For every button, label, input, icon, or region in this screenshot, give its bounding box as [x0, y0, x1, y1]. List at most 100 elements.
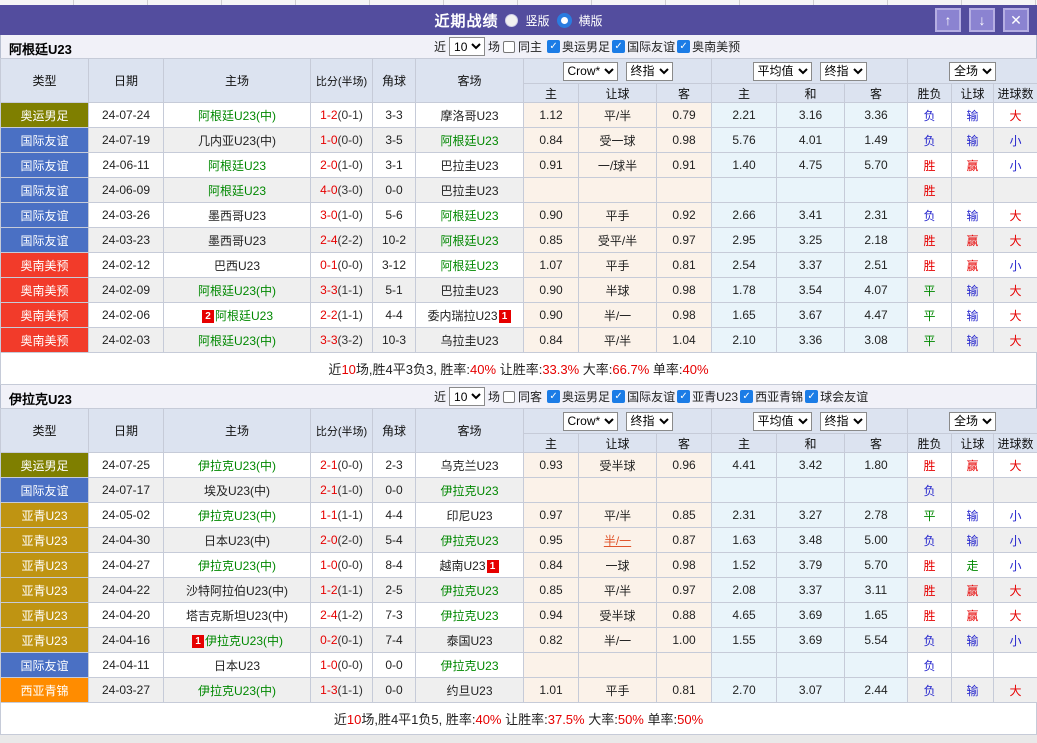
score-cell[interactable]: 1-2(0-1): [311, 103, 373, 128]
date-cell: 24-04-27: [89, 553, 164, 578]
move-down-button[interactable]: ↓: [969, 8, 995, 32]
away-team-link[interactable]: 越南U23: [439, 559, 485, 573]
score-cell[interactable]: 2-1(1-0): [311, 478, 373, 503]
close-button[interactable]: ✕: [1003, 8, 1029, 32]
score-cell[interactable]: 3-3(1-1): [311, 278, 373, 303]
match-count-select[interactable]: 10: [449, 37, 485, 56]
match-row: 国际友谊24-07-17埃及U23(中)2-1(1-0)0-0伊拉克U23负: [1, 478, 1037, 503]
avg-odds-select[interactable]: 平均值: [753, 62, 812, 81]
away-team-link[interactable]: 委内瑞拉U23: [427, 309, 497, 323]
move-up-button[interactable]: ↑: [935, 8, 961, 32]
avg-odds-select[interactable]: 平均值: [753, 412, 812, 431]
score-cell[interactable]: 1-0(0-0): [311, 553, 373, 578]
vertical-layout-radio[interactable]: [505, 14, 518, 27]
home-team-link[interactable]: 阿根廷U23: [208, 159, 266, 173]
home-team-link[interactable]: 阿根廷U23: [208, 184, 266, 198]
away-team-link[interactable]: 伊拉克U23: [440, 659, 498, 673]
league-checkbox[interactable]: ✓: [740, 390, 753, 403]
home-team-link[interactable]: 伊拉克U23(中): [198, 509, 276, 523]
match-count-select[interactable]: 10: [449, 387, 485, 406]
scope-select[interactable]: 全场: [949, 412, 996, 431]
away-team-link[interactable]: 乌拉圭U23: [440, 334, 498, 348]
home-team-link[interactable]: 阿根廷U23(中): [198, 109, 276, 123]
league-checkbox[interactable]: ✓: [547, 390, 560, 403]
away-team-link[interactable]: 伊拉克U23: [440, 534, 498, 548]
league-checkbox[interactable]: ✓: [612, 390, 625, 403]
score-cell[interactable]: 2-2(1-1): [311, 303, 373, 328]
away-team-link[interactable]: 印尼U23: [446, 509, 492, 523]
home-team-link[interactable]: 沙特阿拉伯U23(中): [186, 584, 288, 598]
away-team-link[interactable]: 伊拉克U23: [440, 584, 498, 598]
horizontal-layout-radio[interactable]: [557, 13, 572, 28]
odds-company-select[interactable]: Crow*: [563, 62, 618, 81]
same-venue-checkbox[interactable]: [503, 41, 515, 53]
home-team-link[interactable]: 阿根廷U23(中): [198, 284, 276, 298]
home-team-link[interactable]: 伊拉克U23(中): [198, 684, 276, 698]
score-cell[interactable]: 2-0(2-0): [311, 528, 373, 553]
home-team-link[interactable]: 日本U23: [214, 659, 260, 673]
avg-draw-cell: 4.75: [777, 153, 845, 178]
away-team-link[interactable]: 阿根廷U23: [440, 134, 498, 148]
league-checkbox[interactable]: ✓: [612, 40, 625, 53]
odds-period-select[interactable]: 终指: [626, 62, 673, 81]
avg-period-select[interactable]: 终指: [820, 412, 867, 431]
same-venue-checkbox[interactable]: [503, 391, 515, 403]
subcol-avg-draw: 和: [777, 434, 845, 453]
halftime-score: (1-0): [338, 483, 363, 497]
summary-row: 近10场,胜4平1负5, 胜率:40% 让胜率:37.5% 大率:50% 单率:…: [0, 703, 1037, 735]
score-cell[interactable]: 1-0(0-0): [311, 128, 373, 153]
away-team-link[interactable]: 阿根廷U23: [440, 234, 498, 248]
score-cell[interactable]: 0-1(0-0): [311, 253, 373, 278]
odds-period-select[interactable]: 终指: [626, 412, 673, 431]
score-cell[interactable]: 4-0(3-0): [311, 178, 373, 203]
away-team-link[interactable]: 伊拉克U23: [440, 609, 498, 623]
score-cell[interactable]: 0-2(0-1): [311, 628, 373, 653]
home-team-link[interactable]: 埃及U23(中): [204, 484, 270, 498]
league-filter: ✓奥运男足: [547, 38, 610, 55]
home-team-link[interactable]: 墨西哥U23: [208, 209, 266, 223]
away-team-link[interactable]: 伊拉克U23: [440, 484, 498, 498]
away-team-link[interactable]: 乌克兰U23: [440, 459, 498, 473]
home-team-link[interactable]: 伊拉克U23(中): [198, 459, 276, 473]
result-outcome-cell: 胜: [908, 228, 952, 253]
home-team-link[interactable]: 伊拉克U23(中): [205, 634, 283, 648]
away-team-link[interactable]: 巴拉圭U23: [440, 184, 498, 198]
home-team-link[interactable]: 几内亚U23(中): [198, 134, 276, 148]
avg-period-select[interactable]: 终指: [820, 62, 867, 81]
score-cell[interactable]: 2-4(1-2): [311, 603, 373, 628]
away-team-link[interactable]: 阿根廷U23: [440, 209, 498, 223]
away-team-link[interactable]: 泰国U23: [446, 634, 492, 648]
league-checkbox[interactable]: ✓: [677, 40, 690, 53]
league-checkbox[interactable]: ✓: [805, 390, 818, 403]
scope-select[interactable]: 全场: [949, 62, 996, 81]
matches-body: 奥运男足24-07-25伊拉克U23(中)2-1(0-0)2-3乌克兰U230.…: [1, 453, 1037, 703]
subcol-odds-handicap: 让球: [579, 84, 657, 103]
away-team-link[interactable]: 巴拉圭U23: [440, 284, 498, 298]
home-team-link[interactable]: 塔吉克斯坦U23(中): [186, 609, 288, 623]
score-cell[interactable]: 1-3(1-1): [311, 678, 373, 703]
away-team-link[interactable]: 约旦U23: [446, 684, 492, 698]
away-team-link[interactable]: 阿根廷U23: [440, 259, 498, 273]
score-cell[interactable]: 1-0(0-0): [311, 653, 373, 678]
score-cell[interactable]: 3-0(1-0): [311, 203, 373, 228]
score-cell[interactable]: 2-1(0-0): [311, 453, 373, 478]
league-checkbox[interactable]: ✓: [547, 40, 560, 53]
score-cell[interactable]: 1-2(1-1): [311, 578, 373, 603]
home-team-link[interactable]: 日本U23(中): [204, 534, 270, 548]
subcol-avg-home: 主: [712, 84, 777, 103]
home-team-link[interactable]: 伊拉克U23(中): [198, 559, 276, 573]
score-cell[interactable]: 1-1(1-1): [311, 503, 373, 528]
score-cell[interactable]: 2-4(2-2): [311, 228, 373, 253]
home-team-link[interactable]: 墨西哥U23: [208, 234, 266, 248]
odds-company-select[interactable]: Crow*: [563, 412, 618, 431]
odds-away-cell: 0.85: [657, 503, 712, 528]
home-team-link[interactable]: 巴西U23: [214, 259, 260, 273]
away-team-cell: 阿根廷U23: [416, 228, 524, 253]
score-cell[interactable]: 2-0(1-0): [311, 153, 373, 178]
league-checkbox[interactable]: ✓: [677, 390, 690, 403]
home-team-link[interactable]: 阿根廷U23(中): [198, 334, 276, 348]
away-team-link[interactable]: 摩洛哥U23: [440, 109, 498, 123]
home-team-link[interactable]: 阿根廷U23: [215, 309, 273, 323]
score-cell[interactable]: 3-3(3-2): [311, 328, 373, 353]
away-team-link[interactable]: 巴拉圭U23: [440, 159, 498, 173]
